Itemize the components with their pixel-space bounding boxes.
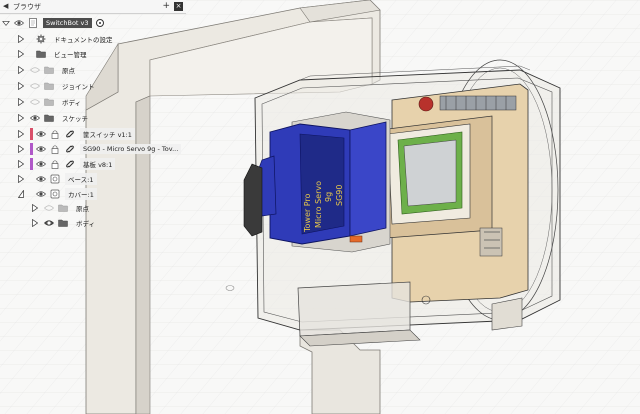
expand-icon[interactable] [18,98,24,106]
expand-icon[interactable] [18,50,24,58]
component-icon [50,189,60,199]
browser-item-servo[interactable]: SG90 - Micro Servo 9g - Tov... [18,142,182,156]
eye-hidden-icon[interactable] [30,82,40,90]
eye-icon[interactable] [30,114,40,122]
folder-icon [58,204,68,212]
eye-icon[interactable] [44,219,54,227]
link-icon [66,130,74,138]
expand-icon[interactable] [32,219,38,227]
gear-icon [36,34,46,44]
color-swatch [30,128,33,140]
browser-item-sketches[interactable]: スケッチ [18,111,91,125]
tactile-button [418,96,434,112]
padlock-icon [51,160,59,169]
add-icon[interactable]: + [162,1,170,11]
servo-label-text-3: 9g [324,192,333,202]
folder-icon [44,114,54,122]
collapse-icon[interactable] [18,190,24,198]
close-icon[interactable]: × [174,2,183,11]
eye-icon[interactable] [36,145,46,153]
root-label[interactable]: SwitchBot v3 [43,18,92,28]
eye-icon[interactable] [36,130,46,138]
folder-icon [44,82,54,90]
expand-icon[interactable] [18,130,24,138]
browser-item-switch[interactable]: 筐スイッチ v1:1 [18,127,135,141]
color-swatch [30,143,33,155]
document-icon [29,18,37,28]
folder-icon [44,66,54,74]
eye-icon[interactable] [36,175,46,183]
eye-hidden-icon[interactable] [30,98,40,106]
browser-header: ◀ ブラウザ + × [0,0,186,14]
servo-label-text-2: Micro Servo [314,181,323,228]
eye-icon[interactable] [14,19,24,27]
expand-icon[interactable] [18,145,24,153]
folder-icon [44,98,54,106]
browser-item-cover-origin[interactable]: 原点 [32,201,92,215]
color-swatch [30,158,33,170]
expand-icon[interactable] [18,114,24,122]
expand-icon[interactable] [18,160,24,168]
browser-panel[interactable]: ◀ ブラウザ + × SwitchBot v3 ドキュメントの設定 ビュー管理 … [0,0,186,236]
browser-item-board[interactable]: 基板 v8:1 [18,157,116,171]
activate-radio[interactable] [95,19,104,27]
servo-label-text-1: Tower Pro [303,193,312,233]
browser-item-bodies[interactable]: ボディ [18,95,84,109]
collapse-arrow-icon[interactable]: ◀ [3,2,8,10]
eye-hidden-icon[interactable] [44,204,54,212]
eye-icon[interactable] [36,190,46,198]
browser-item-cover[interactable]: カバー:1 [18,187,97,201]
browser-item-cover-bodies[interactable]: ボディ [32,216,98,230]
browser-item-base[interactable]: ベース:1 [18,172,97,186]
component-icon [50,174,60,184]
browser-item-doc-settings[interactable]: ドキュメントの設定 [18,32,116,46]
folder-icon [58,219,68,227]
browser-item-view-management[interactable]: ビュー管理 [18,47,90,61]
link-icon [66,160,74,168]
expand-icon[interactable] [18,66,24,74]
board-pcb[interactable] [379,83,529,305]
folder-icon [36,50,46,58]
expand-icon[interactable] [18,175,24,183]
browser-root-row[interactable]: SwitchBot v3 [2,16,104,30]
link-icon [66,145,74,153]
browser-item-joints[interactable]: ジョイント [18,79,98,93]
padlock-icon [51,130,59,139]
expand-down-icon[interactable] [2,18,10,28]
padlock-icon [51,145,59,154]
browser-item-origin[interactable]: 原点 [18,63,78,77]
expand-icon[interactable] [32,204,38,212]
pin-header [439,95,517,111]
browser-title: ブラウザ [13,3,41,11]
expand-icon[interactable] [18,35,24,43]
expand-icon[interactable] [18,82,24,90]
servo-label-text-4: SG90 [335,185,344,206]
eye-hidden-icon[interactable] [30,66,40,74]
eye-icon[interactable] [36,160,46,168]
